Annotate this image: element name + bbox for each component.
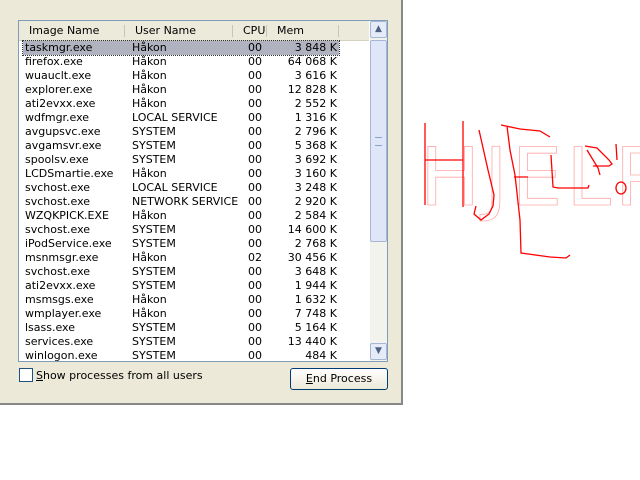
scribble-text: HJELP! — [420, 131, 640, 224]
red-scribble-hjelp: HJELP! — [420, 121, 640, 259]
